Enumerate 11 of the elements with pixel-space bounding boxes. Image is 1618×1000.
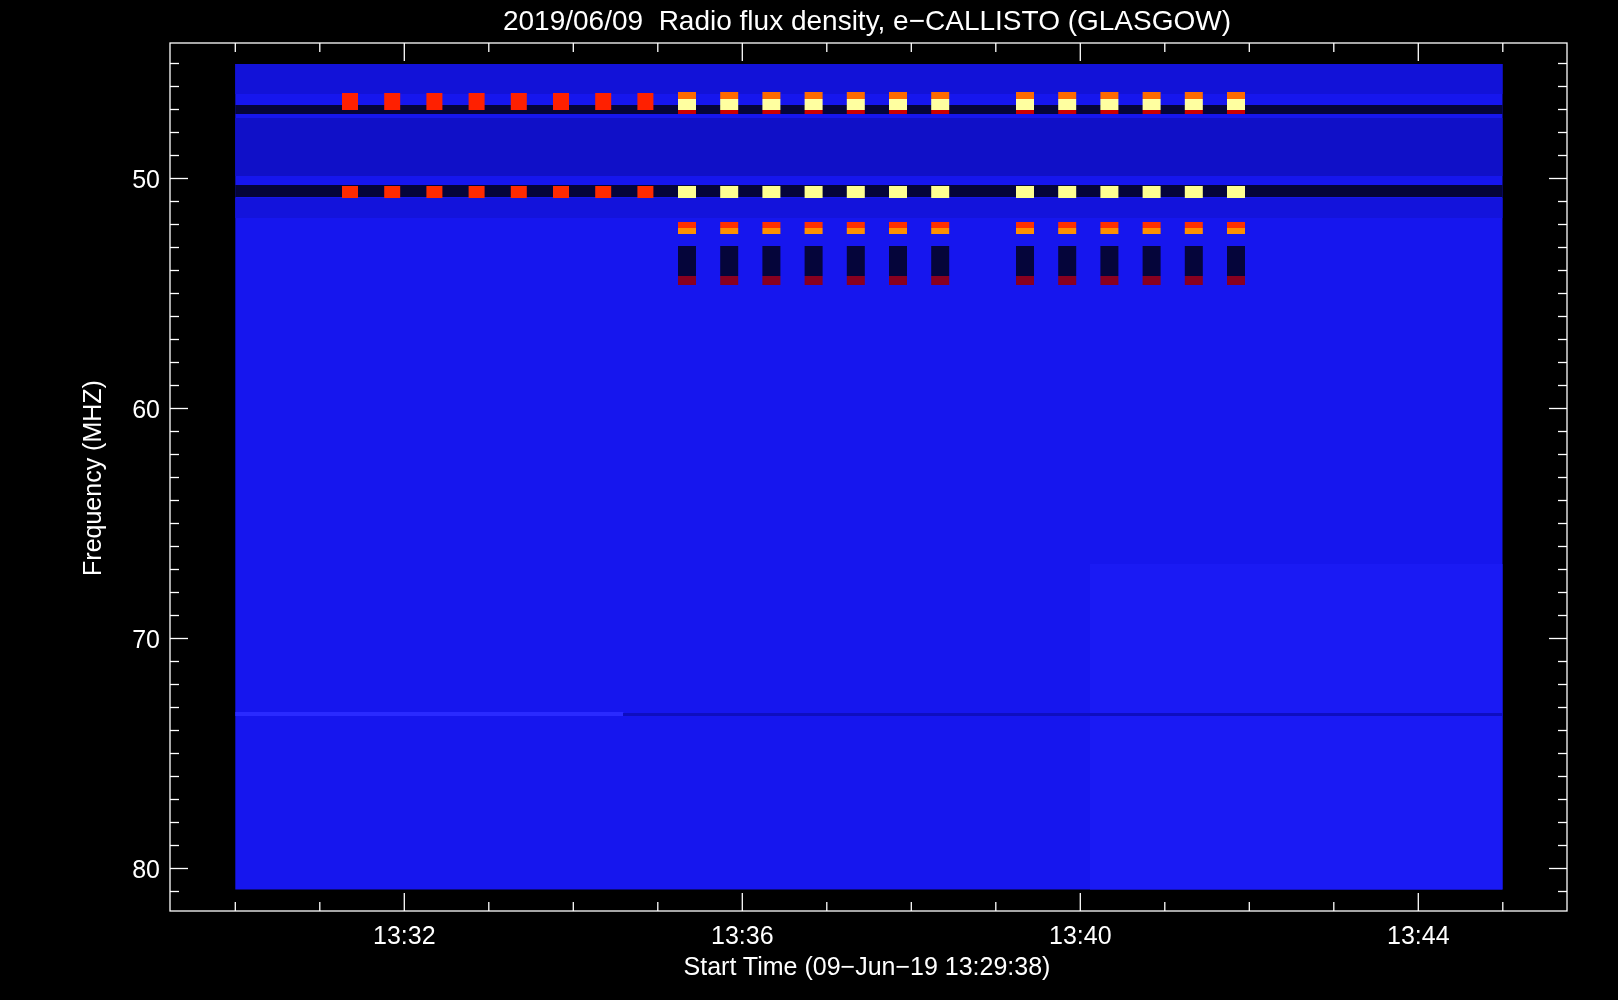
tick-label: 13:40 [1049, 921, 1112, 949]
chart-title: 2019/06/09 Radio flux density, e−CALLISTO (GLASGOW) [502, 5, 1232, 36]
axis-title: Start Time (09−Jun−19 13:29:38) [683, 952, 1051, 980]
tick-label: 50 [132, 164, 160, 193]
tick-label: 70 [132, 624, 160, 653]
tick-label: 80 [132, 854, 160, 883]
axis-title: Frequency (MHZ) [78, 380, 106, 576]
tick-label: 13:36 [711, 921, 774, 949]
tick-label: 60 [132, 394, 160, 423]
tick-label: 13:32 [373, 921, 436, 949]
tick-label: 13:44 [1387, 921, 1450, 949]
